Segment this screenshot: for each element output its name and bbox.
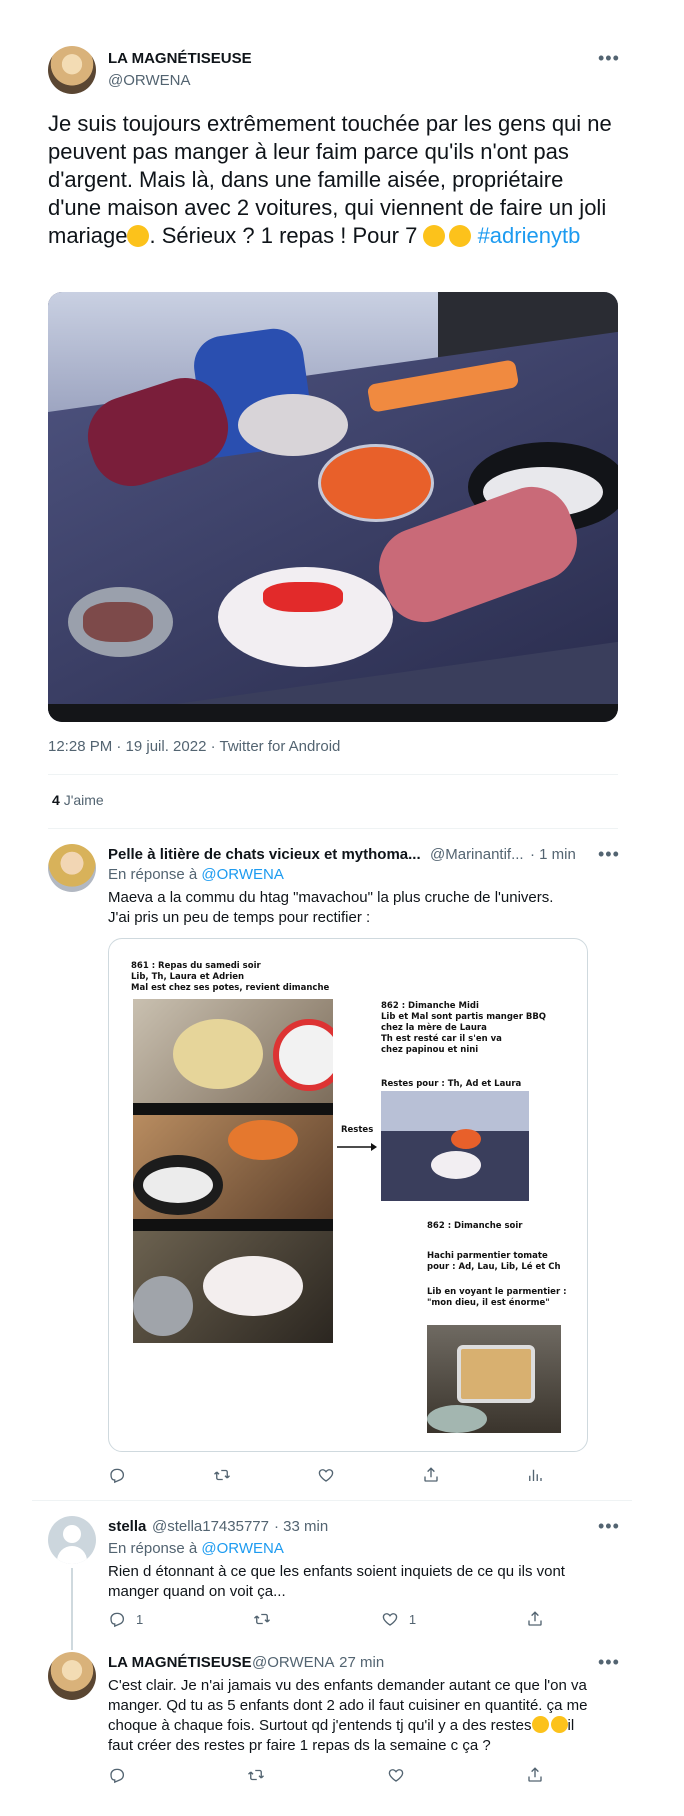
- analytics-button[interactable]: [526, 1466, 544, 1484]
- reply-to-prefix: En réponse à: [108, 1540, 198, 1557]
- doc-photo: [133, 1115, 333, 1231]
- retweet-icon: [253, 1610, 271, 1628]
- share-button[interactable]: [422, 1466, 440, 1484]
- thinking-emoji-icon: [531, 1716, 549, 1733]
- tweet-text: Je suis toujours extrêmement touchée par…: [48, 110, 618, 250]
- reply-count: 1: [136, 1611, 144, 1627]
- author-avatar[interactable]: [48, 46, 96, 94]
- divider: [48, 828, 618, 829]
- hashtag-link[interactable]: #adrienytb: [478, 223, 581, 248]
- share-icon: [422, 1466, 440, 1484]
- like-icon: [387, 1766, 405, 1784]
- likes-stat[interactable]: 4 J'aime: [52, 792, 104, 808]
- thread-line: [71, 1568, 73, 1650]
- reply-author-name[interactable]: LA MAGNÉTISEUSE: [108, 1654, 252, 1671]
- reply-image[interactable]: 861 : Repas du samedi soir Lib, Th, Laura…: [108, 938, 588, 1452]
- share-icon: [526, 1610, 544, 1628]
- like-count: 1: [408, 1611, 417, 1627]
- retweet-button[interactable]: [253, 1610, 271, 1628]
- doc-photo: [133, 999, 333, 1115]
- doc-photo: [427, 1325, 561, 1433]
- reply-icon: [108, 1610, 126, 1628]
- doc-photo: [133, 1231, 333, 1343]
- doc-block4: 862 : Dimanche soir: [427, 1221, 523, 1231]
- thinking-emoji-icon: [449, 225, 472, 247]
- more-icon[interactable]: •••: [598, 844, 620, 865]
- doc-block5: Hachi parmentier tomate pour : Ad, Lau, L…: [427, 1251, 561, 1272]
- reply-text: Rien d étonnant à ce que les enfants soi…: [108, 1563, 565, 1600]
- retweet-icon: [247, 1766, 265, 1784]
- doc-block2: 862 : Dimanche Midi Lib et Mal sont parti…: [381, 1001, 547, 1055]
- share-button[interactable]: [526, 1610, 544, 1628]
- doc-block1: 861 : Repas du samedi soir Lib, Th, Laura…: [131, 961, 330, 993]
- like-button[interactable]: [317, 1466, 335, 1484]
- reply-icon: [108, 1466, 126, 1484]
- reply-to-link[interactable]: @ORWENA: [201, 1540, 283, 1557]
- reply-avatar[interactable]: [48, 1652, 96, 1700]
- doc-block6: Lib en voyant le parmentier : "mon dieu, …: [427, 1287, 567, 1308]
- doc-arrow-label: Restes: [341, 1125, 374, 1135]
- reply-icon: [108, 1766, 126, 1784]
- likes-count: 4: [52, 792, 60, 808]
- divider: [48, 774, 618, 775]
- reply-avatar[interactable]: [48, 1516, 96, 1564]
- author-handle[interactable]: @ORWENA: [108, 72, 190, 89]
- reply-text-line2: J'ai pris un peu de temps pour rectifier…: [108, 909, 371, 926]
- tweet-text-part2: . Sérieux ? 1 repas ! Pour 7: [149, 223, 418, 248]
- reply-to-line: En réponse à @ORWENA: [108, 866, 284, 883]
- tweet-timestamp[interactable]: 12:28 PM · 19 juil. 2022 · Twitter for A…: [48, 738, 340, 755]
- more-icon[interactable]: •••: [598, 1516, 620, 1537]
- retweet-button[interactable]: [247, 1766, 265, 1784]
- reply-to-link[interactable]: @ORWENA: [201, 866, 283, 883]
- reply-actions: [108, 1766, 544, 1784]
- reply-button[interactable]: [108, 1766, 126, 1784]
- reply-text-line1: Maeva a la commu du htag "mavachou" la p…: [108, 889, 554, 906]
- reply-time[interactable]: · 1 min: [530, 846, 576, 863]
- reply-author-name[interactable]: stella: [108, 1518, 146, 1535]
- reply-actions: [108, 1466, 544, 1484]
- more-icon[interactable]: •••: [598, 48, 620, 69]
- reply-to-line: En réponse à @ORWENA: [108, 1540, 284, 1557]
- divider: [32, 1500, 632, 1501]
- doc-photo: [381, 1091, 529, 1201]
- reply-button[interactable]: [108, 1466, 126, 1484]
- wink-emoji-icon: [127, 225, 150, 247]
- like-icon: [317, 1466, 335, 1484]
- reply-actions: 1 1: [108, 1610, 544, 1628]
- thinking-emoji-icon: [550, 1716, 568, 1733]
- reply-text-main: C'est clair. Je n'ai jamais vu des enfan…: [108, 1677, 588, 1734]
- retweet-button[interactable]: [213, 1466, 231, 1484]
- retweet-icon: [213, 1466, 231, 1484]
- likes-label: J'aime: [63, 792, 104, 808]
- reply-to-prefix: En réponse à: [108, 866, 198, 883]
- doc-block3: Restes pour : Th, Ad et Laura: [381, 1079, 522, 1089]
- author-name[interactable]: LA MAGNÉTISEUSE: [108, 50, 252, 67]
- reply-avatar[interactable]: [48, 844, 96, 892]
- analytics-icon: [526, 1466, 544, 1484]
- reply-text: C'est clair. Je n'ai jamais vu des enfan…: [108, 1676, 598, 1756]
- arrow-icon: [337, 1139, 377, 1151]
- share-button[interactable]: [526, 1766, 544, 1784]
- thinking-emoji-icon: [423, 225, 446, 247]
- share-icon: [526, 1766, 544, 1784]
- reply-time[interactable]: · 27 min: [330, 1654, 384, 1671]
- reply-time[interactable]: · 33 min: [274, 1518, 328, 1535]
- reply-author-name[interactable]: Pelle à litière de chats vicieux et myth…: [108, 846, 421, 863]
- reply-handle[interactable]: @stella17435777: [152, 1518, 269, 1535]
- like-icon: [381, 1610, 399, 1628]
- like-button[interactable]: [387, 1766, 405, 1784]
- like-button[interactable]: 1: [381, 1610, 416, 1628]
- reply-button[interactable]: 1: [108, 1610, 143, 1628]
- reply-handle[interactable]: @ORWENA: [252, 1654, 334, 1671]
- reply-handle[interactable]: @Marinantif...: [430, 846, 524, 863]
- tweet-photo[interactable]: [48, 292, 618, 722]
- more-icon[interactable]: •••: [598, 1652, 620, 1673]
